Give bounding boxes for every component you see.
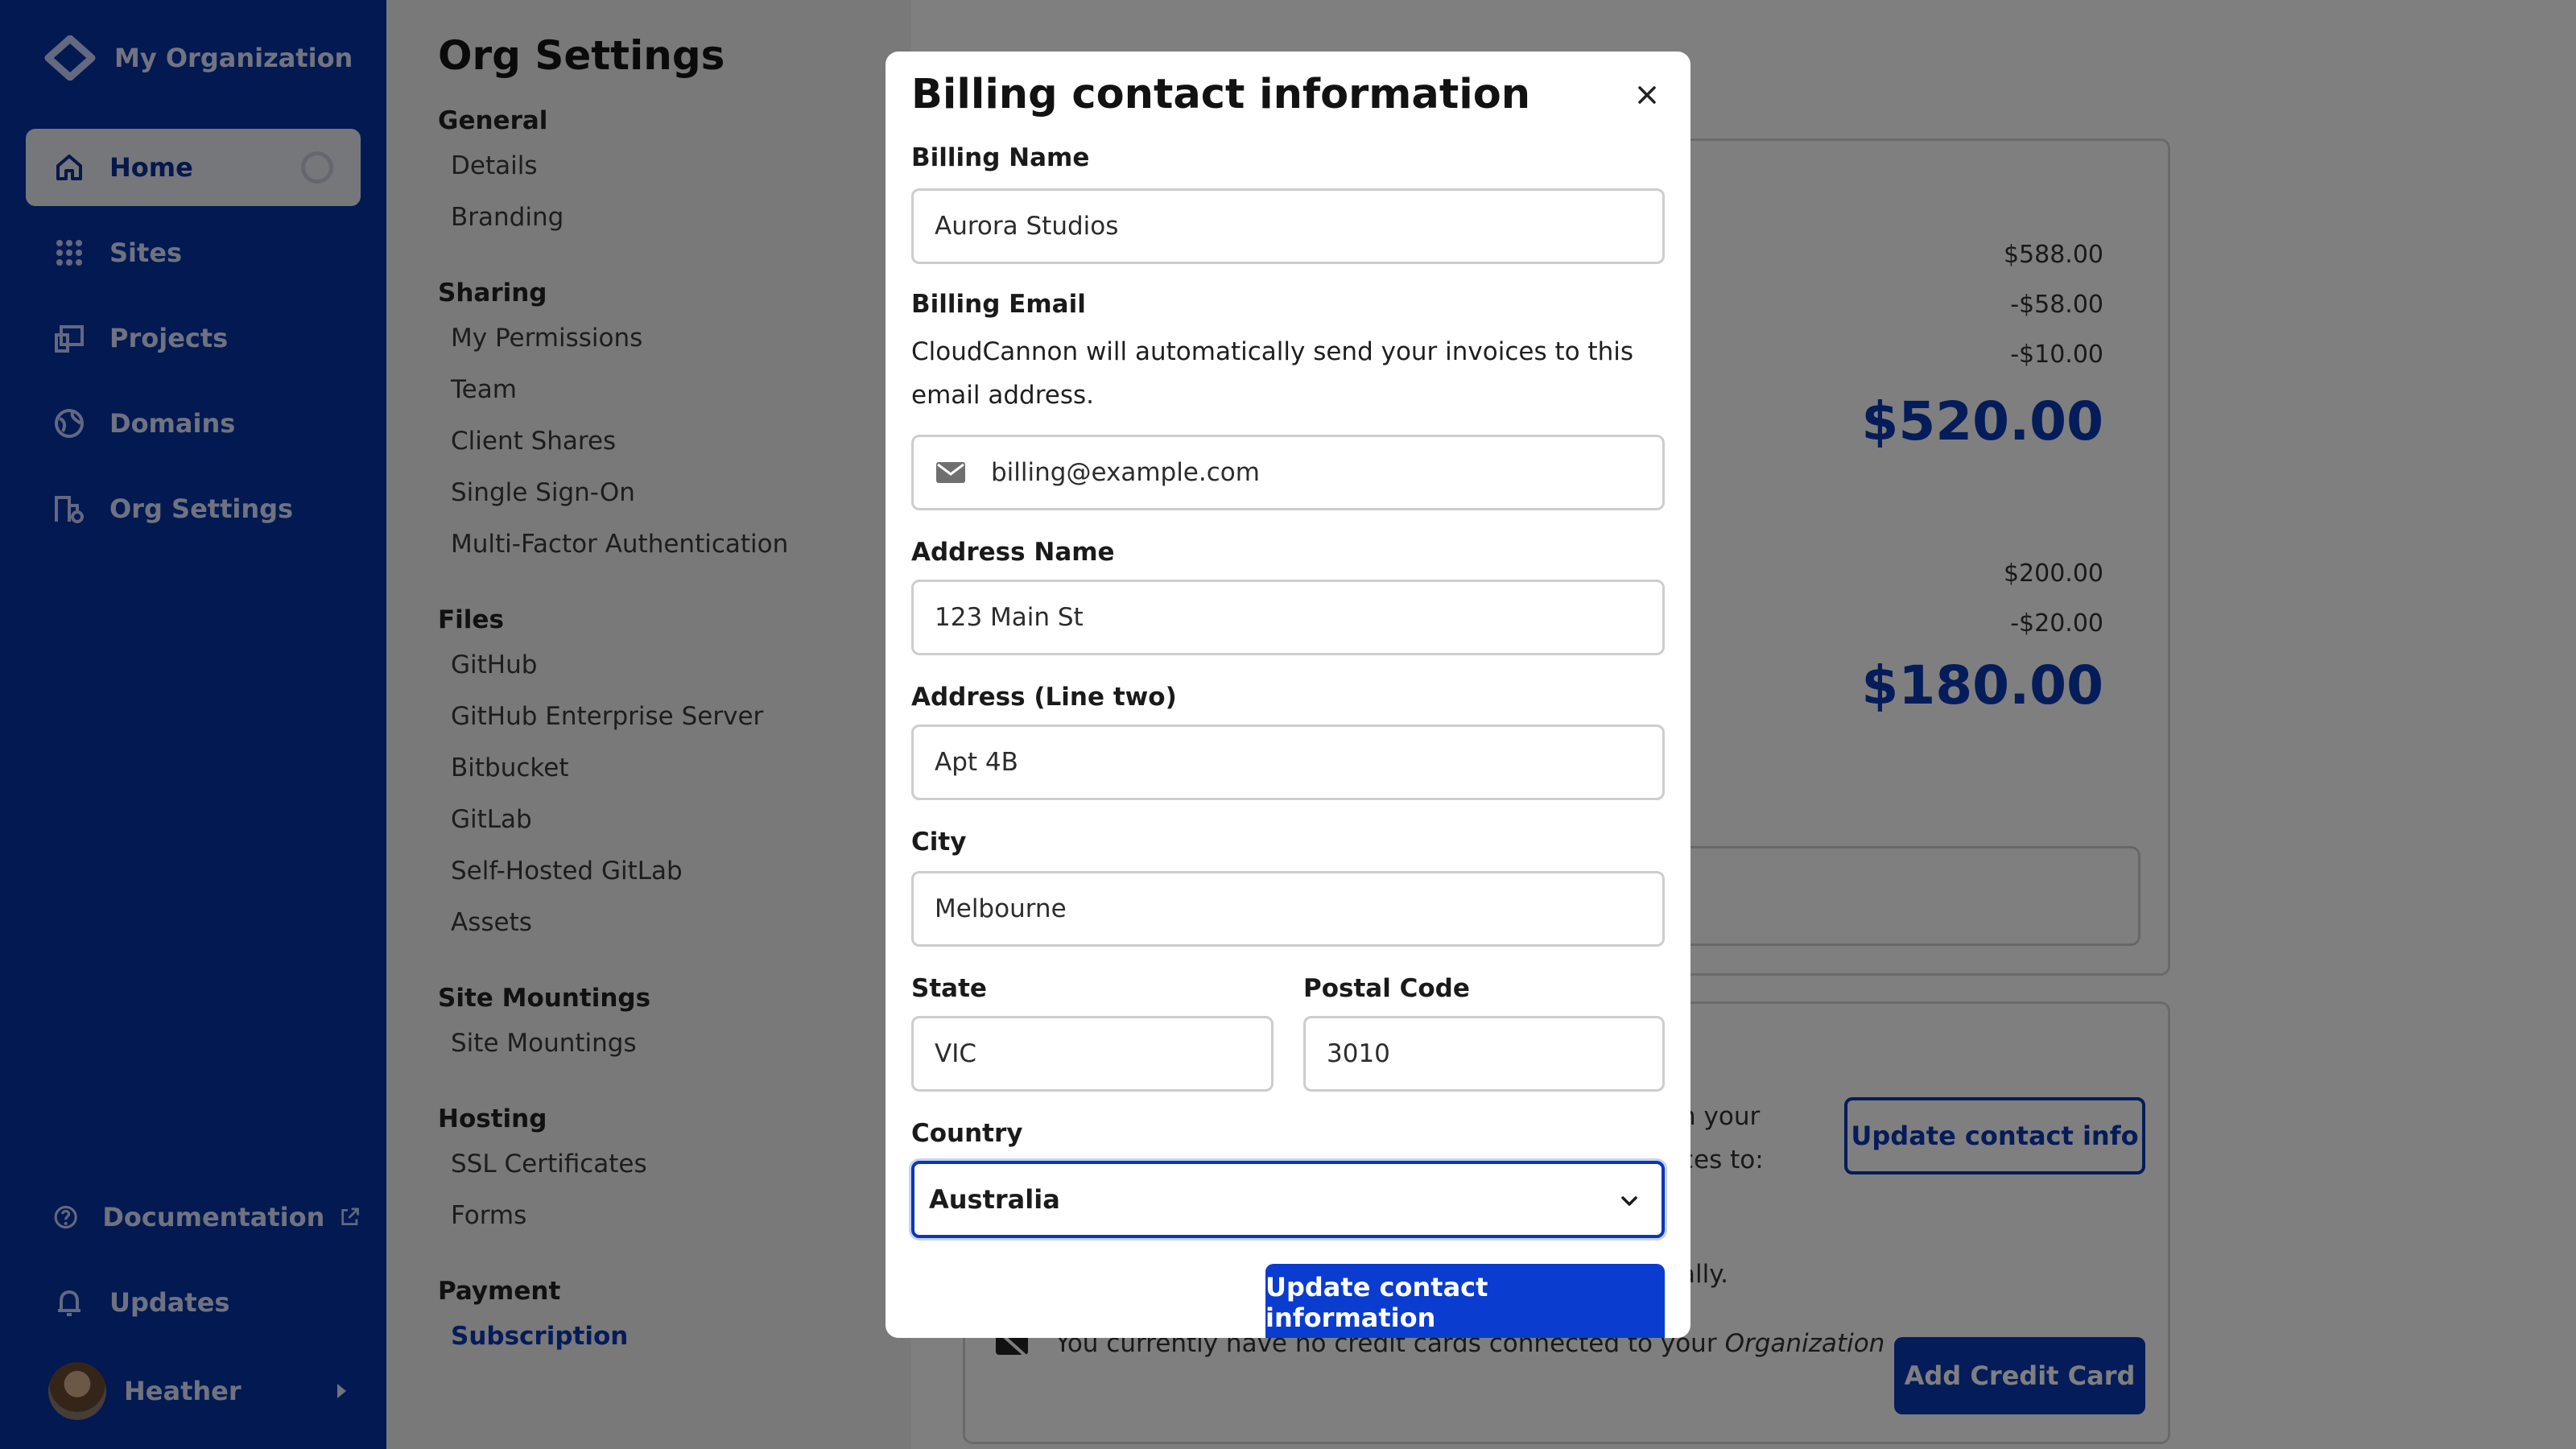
- address-name-label: Address Name: [911, 538, 1115, 567]
- city-label: City: [911, 828, 967, 857]
- address-name-field[interactable]: 123 Main St: [911, 580, 1665, 655]
- state-field[interactable]: VIC: [911, 1016, 1274, 1092]
- billing-contact-modal: Billing contact information Billing Name…: [886, 52, 1690, 1338]
- mail-icon: [936, 462, 965, 483]
- country-select[interactable]: Australia: [911, 1161, 1665, 1238]
- country-label: Country: [911, 1119, 1023, 1148]
- close-button[interactable]: [1626, 74, 1668, 116]
- address-line-two-field[interactable]: Apt 4B: [911, 724, 1665, 800]
- billing-name-field[interactable]: Aurora Studios: [911, 188, 1665, 264]
- country-selected-value: Australia: [929, 1184, 1060, 1215]
- modal-title: Billing contact information: [911, 71, 1531, 118]
- address-line-two-label: Address (Line two): [911, 683, 1177, 712]
- billing-email-help: CloudCannon will automatically send your…: [911, 337, 1634, 410]
- postal-code-label: Postal Code: [1303, 974, 1470, 1003]
- billing-email-field[interactable]: billing@example.com: [911, 435, 1665, 510]
- state-label: State: [911, 974, 987, 1003]
- postal-code-field[interactable]: 3010: [1303, 1016, 1665, 1092]
- billing-email-value: billing@example.com: [991, 458, 1260, 487]
- billing-email-label: Billing Email: [911, 290, 1086, 319]
- billing-name-label: Billing Name: [911, 143, 1090, 172]
- city-field[interactable]: Melbourne: [911, 871, 1665, 947]
- update-contact-information-button[interactable]: Update contact information: [1265, 1264, 1665, 1338]
- chevron-down-icon: [1621, 1196, 1637, 1206]
- close-icon: [1638, 86, 1656, 104]
